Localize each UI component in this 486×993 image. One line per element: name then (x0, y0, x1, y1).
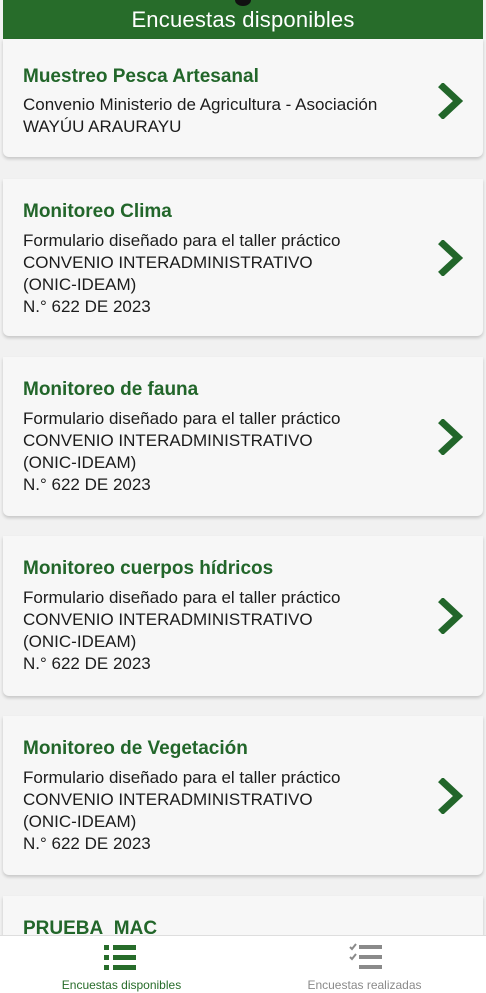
chevron-right-icon[interactable] (437, 419, 465, 455)
survey-card-fauna[interactable]: Monitoreo de fauna Formulario diseñado p… (3, 357, 483, 516)
chevron-right-icon[interactable] (437, 598, 465, 634)
survey-title: Muestreo Pesca Artesanal (23, 66, 259, 87)
survey-title: Monitoreo cuerpos hídricos (23, 558, 274, 579)
chevron-right-icon[interactable] (437, 83, 465, 119)
nav-label: Encuestas disponibles (61, 978, 182, 992)
survey-title: Monitoreo Clima (23, 201, 172, 222)
survey-card-clima[interactable]: Monitoreo Clima Formulario diseñado para… (3, 179, 483, 336)
list-icon (104, 945, 136, 970)
survey-title: Monitoreo de Vegetación (23, 738, 248, 759)
survey-card-hidricos[interactable]: Monitoreo cuerpos hídricos Formulario di… (3, 536, 483, 696)
checklist-icon (349, 943, 382, 969)
nav-encuestas-realizadas[interactable]: Encuestas realizadas (243, 936, 486, 993)
page-title: Encuestas disponibles (131, 6, 355, 32)
chevron-right-icon[interactable] (437, 778, 465, 814)
screen: Encuestas disponibles Muestreo Pesca Art… (0, 0, 486, 993)
chevron-right-icon[interactable] (437, 240, 465, 276)
survey-description: Formulario diseñado para el taller práct… (23, 409, 341, 494)
survey-description: Convenio Ministerio de Agricultura - Aso… (23, 95, 378, 136)
nav-label: Encuestas realizadas (307, 978, 422, 992)
survey-card-pesca[interactable]: Muestreo Pesca Artesanal Convenio Minist… (3, 39, 483, 157)
nav-encuestas-disponibles[interactable]: Encuestas disponibles (0, 936, 243, 993)
survey-description: Formulario diseñado para el taller práct… (23, 231, 341, 316)
survey-title: Monitoreo de fauna (23, 379, 199, 400)
survey-description: Formulario diseñado para el taller práct… (23, 588, 341, 673)
bottom-navigation: Encuestas disponibles Encuestas realizad… (0, 935, 486, 993)
survey-description: Formulario diseñado para el taller práct… (23, 768, 341, 853)
survey-card-vegetacion[interactable]: Monitoreo de Vegetación Formulario diseñ… (3, 716, 483, 875)
